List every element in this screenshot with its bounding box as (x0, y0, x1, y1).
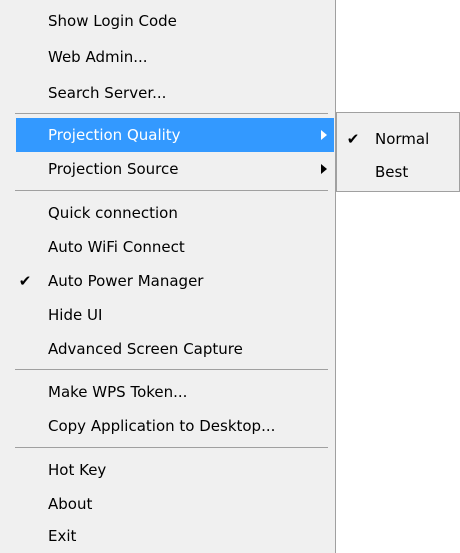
menu-item-hot-key[interactable]: Hot Key (0, 453, 334, 487)
menu-item-label: Auto Power Manager (48, 272, 204, 290)
menu-item-hide-ui[interactable]: Hide UI (0, 298, 334, 332)
check-icon: ✔ (18, 272, 32, 290)
menu-item-exit[interactable]: Exit (0, 519, 334, 553)
menu-separator (15, 113, 328, 114)
projection-quality-submenu: ✔ Normal Best (336, 112, 460, 192)
submenu-item-label: Best (375, 163, 409, 181)
menu-item-label: Advanced Screen Capture (48, 340, 243, 358)
menu-item-label: Auto WiFi Connect (48, 238, 185, 256)
menu-item-projection-source[interactable]: Projection Source (0, 152, 334, 186)
menu-item-label: Hot Key (48, 461, 107, 479)
menu-item-make-wps-token[interactable]: Make WPS Token... (0, 375, 334, 409)
menu-item-search-server[interactable]: Search Server... (0, 76, 334, 110)
menu-separator (15, 369, 328, 370)
menu-item-label: Search Server... (48, 84, 167, 102)
menu-item-quick-connection[interactable]: Quick connection (0, 196, 334, 230)
menu-item-label: Projection Source (48, 160, 179, 178)
check-icon: ✔ (346, 130, 360, 148)
menu-item-label: Hide UI (48, 306, 103, 324)
menu-item-label: Exit (48, 527, 77, 545)
menu-item-auto-power-manager[interactable]: ✔ Auto Power Manager (0, 264, 334, 298)
submenu-arrow-icon (318, 118, 330, 152)
menu-item-label: Projection Quality (48, 126, 181, 144)
context-menu: Show Login Code Web Admin... Search Serv… (0, 0, 336, 553)
menu-item-label: About (48, 495, 93, 513)
submenu-item-best[interactable]: Best (337, 155, 459, 189)
menu-item-web-admin[interactable]: Web Admin... (0, 40, 334, 74)
menu-item-label: Make WPS Token... (48, 383, 188, 401)
menu-item-copy-application-to-desktop[interactable]: Copy Application to Desktop... (0, 409, 334, 443)
menu-item-auto-wifi-connect[interactable]: Auto WiFi Connect (0, 230, 334, 264)
menu-separator (15, 447, 328, 448)
menu-item-advanced-screen-capture[interactable]: Advanced Screen Capture (0, 332, 334, 366)
menu-item-label: Quick connection (48, 204, 178, 222)
menu-item-label: Show Login Code (48, 12, 177, 30)
submenu-item-label: Normal (375, 130, 430, 148)
submenu-arrow-icon (318, 152, 330, 186)
menu-separator (15, 190, 328, 191)
menu-item-projection-quality[interactable]: Projection Quality (16, 118, 334, 152)
submenu-item-normal[interactable]: ✔ Normal (337, 122, 459, 156)
menu-item-show-login-code[interactable]: Show Login Code (0, 4, 334, 38)
menu-item-label: Copy Application to Desktop... (48, 417, 276, 435)
menu-item-about[interactable]: About (0, 487, 334, 521)
menu-item-label: Web Admin... (48, 48, 148, 66)
